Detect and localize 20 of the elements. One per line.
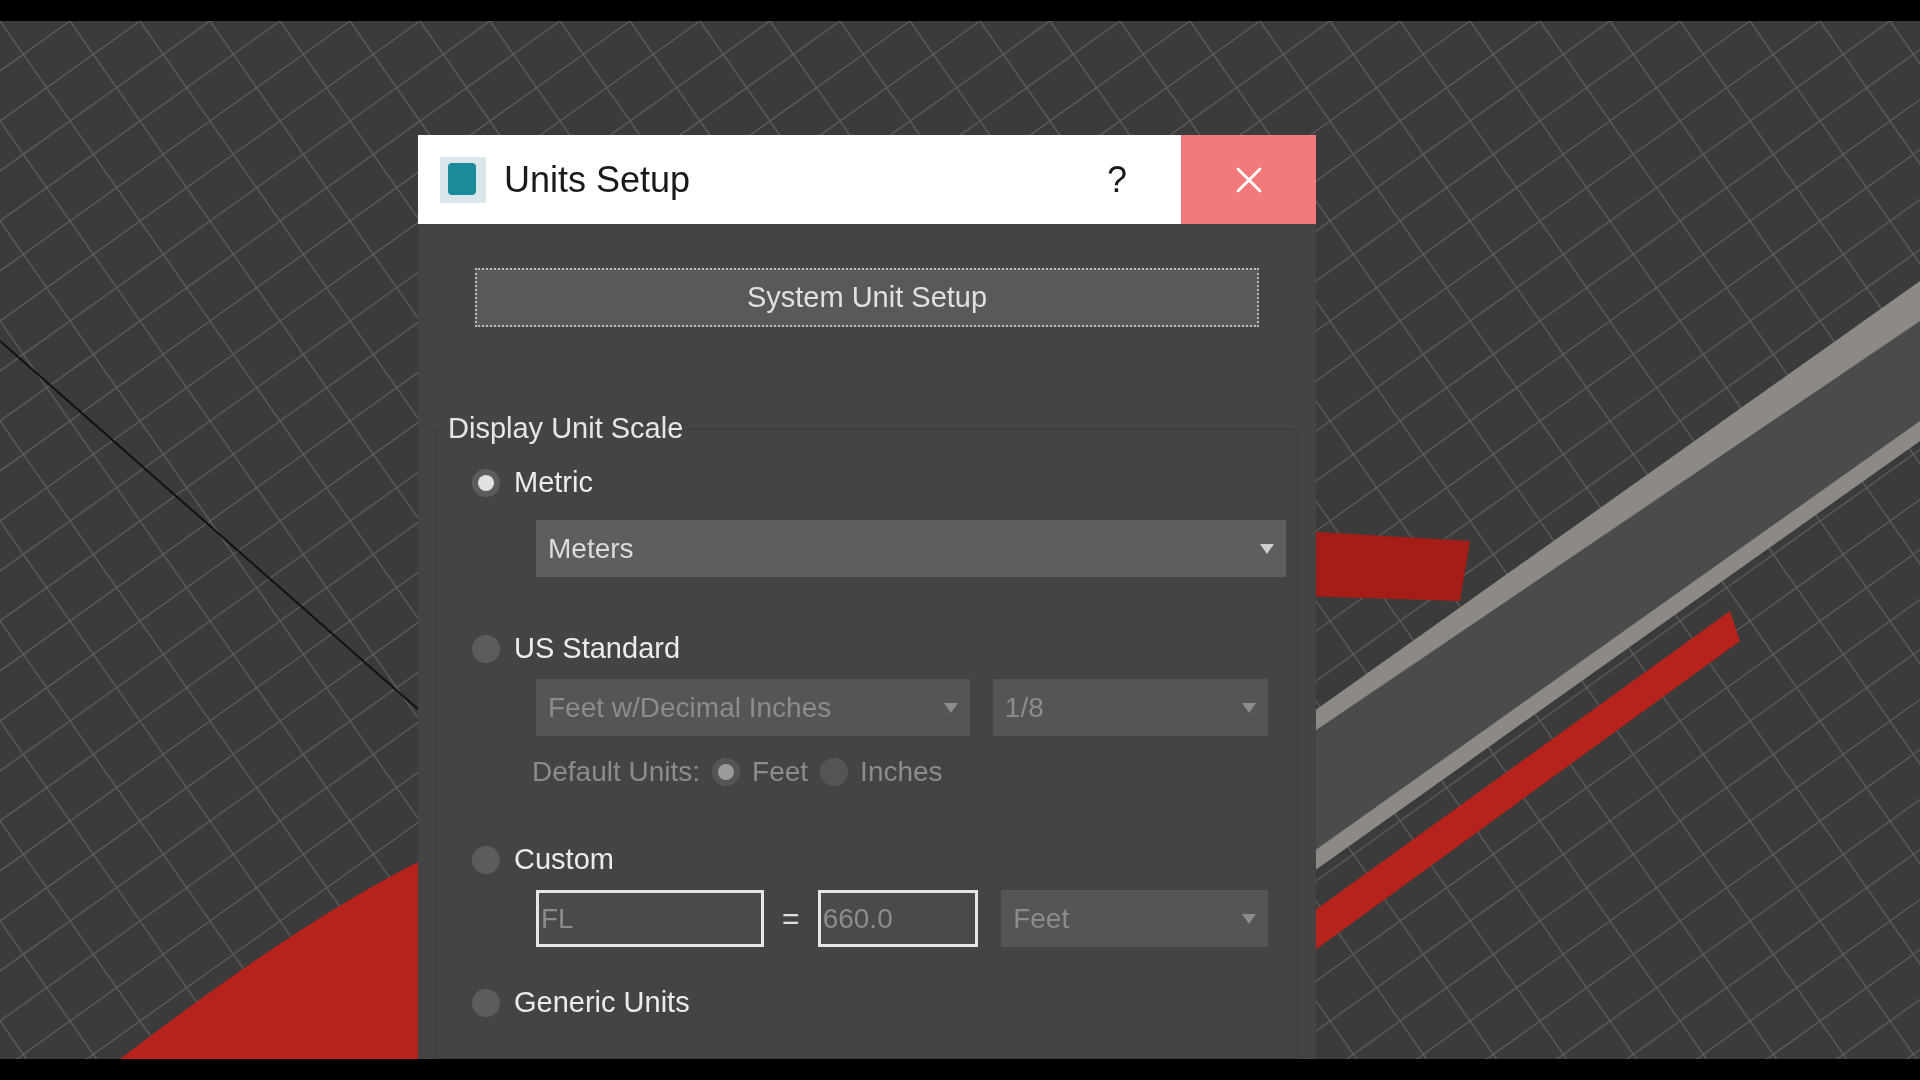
caret-down-icon: [943, 702, 958, 713]
dropdown[interactable]: Meters: [536, 520, 1286, 577]
radio-label[interactable]: Metric: [514, 461, 593, 505]
radio-button[interactable]: [472, 469, 500, 497]
caret-down-icon: [1242, 913, 1256, 924]
radio-label[interactable]: Custom: [514, 838, 614, 882]
equals-sign: =: [781, 901, 801, 937]
system-unit-setup-button[interactable]: System Unit Setup: [475, 268, 1259, 327]
app-logo-icon: [440, 156, 486, 203]
caret-down-icon: [1242, 702, 1256, 713]
default-units-label: Default Units:: [532, 755, 701, 789]
radio-button[interactable]: [472, 635, 500, 663]
radio-button[interactable]: [472, 846, 500, 874]
radio-label[interactable]: Generic Units: [514, 981, 690, 1025]
help-button[interactable]: ?: [1092, 152, 1141, 207]
close-button[interactable]: [1181, 135, 1316, 224]
window-title: Units Setup: [504, 157, 691, 202]
caret-down-icon: [1260, 543, 1274, 554]
radio-label[interactable]: US Standard: [514, 627, 681, 671]
radio-button[interactable]: [472, 989, 500, 1017]
